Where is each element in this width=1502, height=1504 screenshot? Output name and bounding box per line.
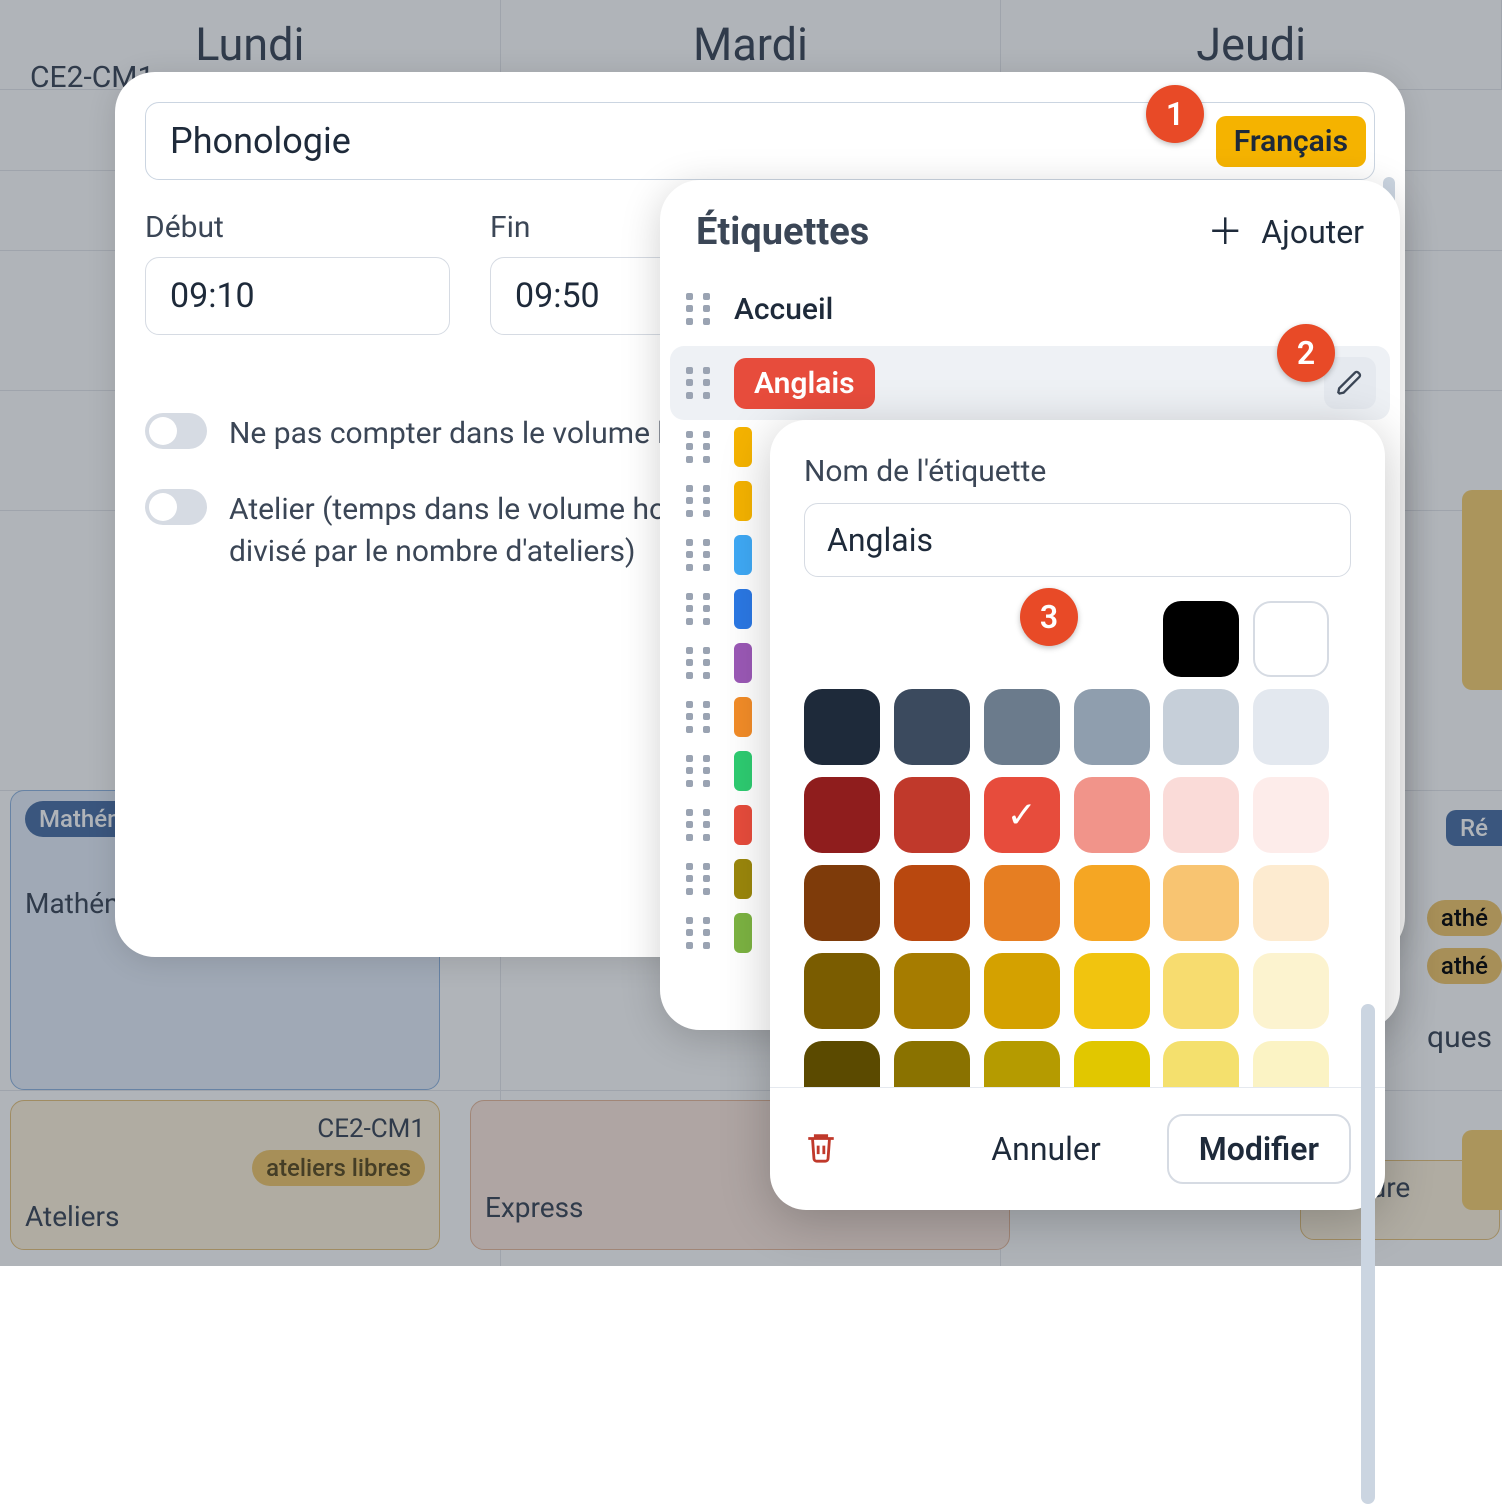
drag-handle-icon[interactable] [686, 593, 714, 625]
callout-1: 1 [1146, 85, 1204, 143]
tag-color-chip [734, 481, 752, 521]
tag-editor-popover: Nom de l'étiquette ✓ Annuler Modifier [770, 420, 1385, 1210]
event-peek-yellow-2 [1462, 1130, 1502, 1210]
add-tag-button[interactable]: ＋ Ajouter [1207, 213, 1364, 251]
tags-title: Étiquettes [696, 210, 869, 254]
drag-handle-icon[interactable] [686, 809, 714, 841]
event-math-partial-1: athé [1427, 900, 1502, 936]
tag-color-chip [734, 859, 752, 899]
color-swatch[interactable] [1074, 1041, 1150, 1087]
color-swatch[interactable] [804, 689, 880, 765]
color-swatch[interactable] [894, 1041, 970, 1087]
color-swatch[interactable] [984, 865, 1060, 941]
callout-3: 3 [1020, 588, 1078, 646]
event-text-ateliers: Ateliers [25, 1200, 425, 1233]
color-swatch[interactable] [804, 1041, 880, 1087]
drag-handle-icon[interactable] [686, 755, 714, 787]
color-swatch[interactable] [894, 865, 970, 941]
event-re-pill: Ré [1446, 810, 1502, 846]
color-swatch-grid: ✓ [804, 601, 1351, 1087]
drag-handle-icon[interactable] [686, 431, 714, 463]
color-swatch[interactable] [1163, 601, 1239, 677]
drag-handle-icon[interactable] [686, 863, 714, 895]
plus-icon: ＋ [1207, 214, 1243, 250]
color-swatch[interactable] [894, 689, 970, 765]
event-peek-yellow-1 [1462, 490, 1502, 690]
color-swatch[interactable] [894, 953, 970, 1029]
event-subtext-class: CE2-CM1 [317, 1114, 425, 1144]
delete-tag-button[interactable] [804, 1130, 838, 1168]
color-swatch[interactable] [1253, 953, 1329, 1029]
drag-handle-icon[interactable] [686, 539, 714, 571]
color-swatch[interactable] [984, 1041, 1060, 1087]
event-math-partial-2: athé [1427, 948, 1502, 984]
color-swatch[interactable] [984, 953, 1060, 1029]
callout-2: 2 [1277, 324, 1335, 382]
start-time-input[interactable]: 09:10 [145, 257, 450, 335]
color-swatch[interactable] [1163, 1041, 1239, 1087]
color-swatch[interactable] [804, 777, 880, 853]
drag-handle-icon[interactable] [686, 293, 714, 325]
subject-tag[interactable]: Français [1216, 116, 1366, 167]
event-pill-ateliers: ateliers libres [252, 1150, 425, 1186]
tag-name-label: Nom de l'étiquette [804, 454, 1351, 489]
color-swatch[interactable] [1163, 689, 1239, 765]
tag-color-chip [734, 805, 752, 845]
color-swatch[interactable]: ✓ [984, 777, 1060, 853]
tag-color-chip [734, 751, 752, 791]
color-swatch[interactable] [1253, 689, 1329, 765]
color-swatch[interactable] [1163, 777, 1239, 853]
confirm-button[interactable]: Modifier [1167, 1114, 1351, 1184]
event-title-input[interactable] [170, 120, 1216, 162]
tag-color-chip [734, 427, 752, 467]
start-label: Début [145, 210, 450, 245]
color-swatch[interactable] [984, 689, 1060, 765]
tag-color-chip [734, 535, 752, 575]
color-swatch[interactable] [1074, 689, 1150, 765]
drag-handle-icon[interactable] [686, 485, 714, 517]
add-tag-label: Ajouter [1261, 213, 1364, 251]
color-swatch[interactable] [804, 953, 880, 1029]
toggle-exclude-volume-label: Ne pas compter dans le volume h [229, 413, 674, 455]
tag-color-chip [734, 643, 752, 683]
event-ateliers[interactable]: CE2-CM1 ateliers libres Ateliers [10, 1100, 440, 1250]
color-swatch[interactable] [1253, 865, 1329, 941]
tag-color-chip [734, 589, 752, 629]
tag-editor-scrollbar[interactable] [1361, 1004, 1375, 1504]
toggle-atelier[interactable] [145, 489, 207, 525]
drag-handle-icon[interactable] [686, 917, 714, 949]
color-swatch[interactable] [1253, 777, 1329, 853]
cancel-button[interactable]: Annuler [961, 1116, 1130, 1182]
toggle-exclude-volume[interactable] [145, 413, 207, 449]
tag-color-chip [734, 913, 752, 953]
color-swatch[interactable] [1074, 865, 1150, 941]
color-swatch[interactable] [894, 777, 970, 853]
color-swatch[interactable] [1253, 601, 1329, 677]
drag-handle-icon[interactable] [686, 367, 714, 399]
color-swatch[interactable] [1163, 953, 1239, 1029]
trash-icon [804, 1130, 838, 1164]
tag-color-chip [734, 697, 752, 737]
check-icon: ✓ [1007, 794, 1037, 836]
event-ques-partial: ques [1427, 1020, 1492, 1055]
drag-handle-icon[interactable] [686, 647, 714, 679]
pencil-icon [1336, 369, 1364, 397]
color-swatch[interactable] [1074, 777, 1150, 853]
tag-label-accueil: Accueil [734, 292, 833, 327]
color-swatch[interactable] [1253, 1041, 1329, 1087]
color-swatch[interactable] [1163, 865, 1239, 941]
color-swatch[interactable] [804, 865, 880, 941]
drag-handle-icon[interactable] [686, 701, 714, 733]
color-swatch[interactable] [1074, 953, 1150, 1029]
tag-name-input[interactable] [804, 503, 1351, 577]
tag-chip-anglais: Anglais [734, 358, 875, 409]
